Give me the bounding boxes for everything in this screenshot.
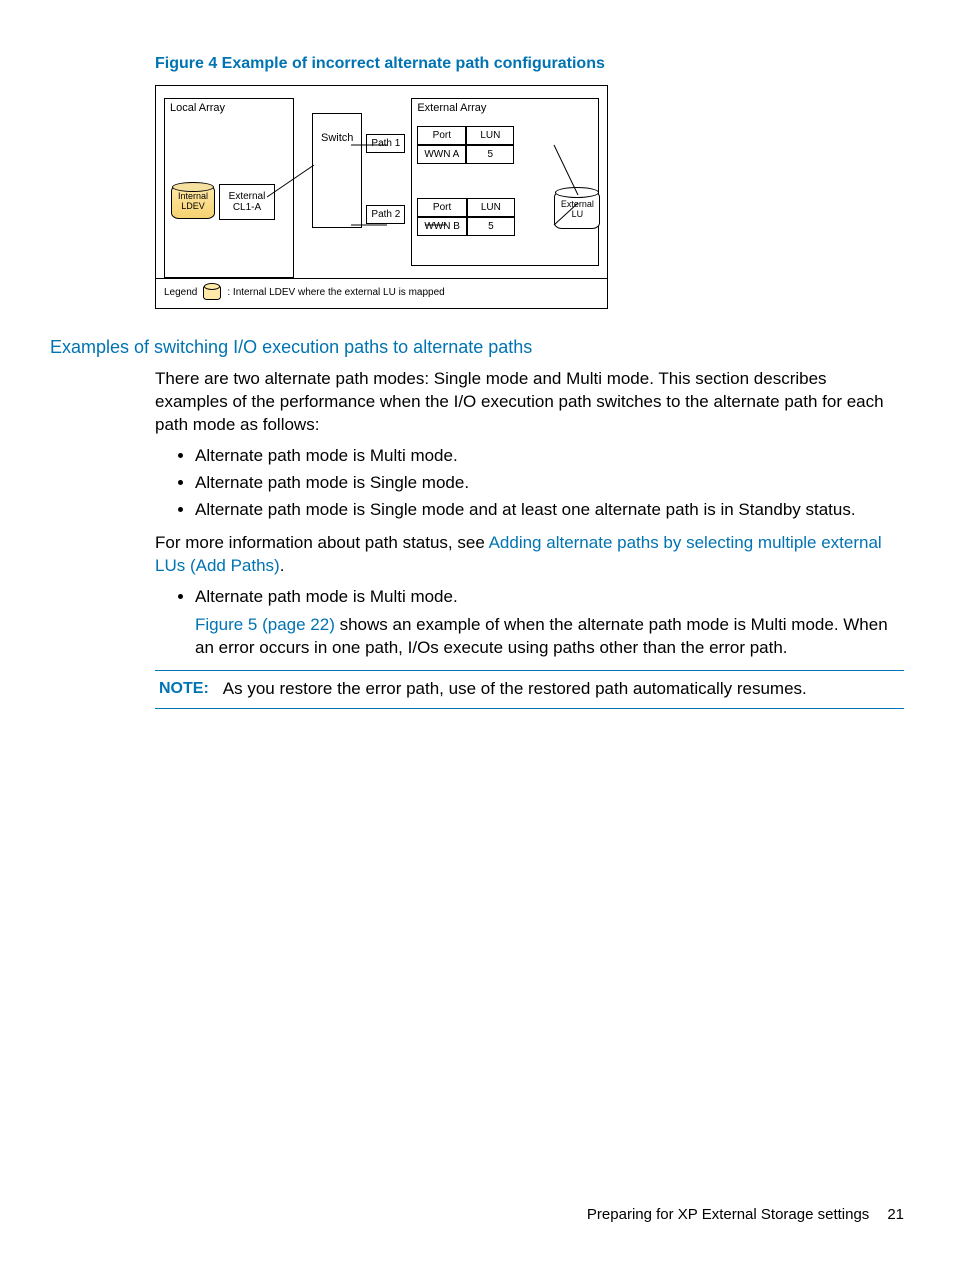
legend-text: : Internal LDEV where the external LU is… [227, 287, 444, 298]
mode-list-2: Alternate path mode is Multi mode. Figur… [155, 586, 904, 661]
note-text: As you restore the error path, use of th… [223, 678, 807, 701]
legend: Legend : Internal LDEV where the externa… [156, 278, 607, 308]
local-array-title: Local Array [170, 102, 288, 114]
figure-caption: Figure 4 Example of incorrect alternate … [155, 55, 904, 73]
external-array-box: External Array Port WWN A LUN 5 [411, 98, 599, 266]
more-info-pre: For more information about path status, … [155, 533, 489, 552]
legend-title: Legend [164, 287, 197, 298]
lun-5b: 5 [467, 217, 515, 236]
list-item: Alternate path mode is Single mode. [195, 472, 904, 495]
more-info-post: . [280, 556, 285, 575]
page-footer: Preparing for XP External Storage settin… [587, 1206, 904, 1223]
switch-box: Switch [312, 113, 362, 228]
local-array-box: Local Array Internal LDEV External CL1-A [164, 98, 294, 278]
external-port-box: External CL1-A [219, 184, 275, 220]
lun-header-2: LUN [467, 198, 515, 217]
more-info-paragraph: For more information about path status, … [155, 532, 904, 578]
external-lu-cylinder: External LU [554, 191, 600, 229]
list-item: Alternate path mode is Multi mode. [195, 445, 904, 468]
lun-5a: 5 [466, 145, 514, 164]
port-header-1: Port [417, 126, 466, 145]
list-item: Alternate path mode is Multi mode. Figur… [195, 586, 904, 661]
mode-list: Alternate path mode is Multi mode. Alter… [155, 445, 904, 522]
internal-ldev-cylinder: Internal LDEV [171, 185, 215, 219]
port-header-2: Port [417, 198, 467, 217]
diagram-container: Local Array Internal LDEV External CL1-A… [155, 85, 904, 309]
footer-text: Preparing for XP External Storage settin… [587, 1206, 869, 1223]
section-heading: Examples of switching I/O execution path… [50, 337, 904, 358]
wwn-b: WWN B [417, 217, 467, 236]
intro-paragraph: There are two alternate path modes: Sing… [155, 368, 904, 437]
path2-label: Path 2 [366, 205, 405, 224]
path1-label: Path 1 [366, 134, 405, 153]
external-array-title: External Array [417, 102, 593, 114]
list-item: Alternate path mode is Single mode and a… [195, 499, 904, 522]
note-label: NOTE: [155, 678, 209, 701]
wwn-a: WWN A [417, 145, 466, 164]
lun-header-1: LUN [466, 126, 514, 145]
note-box: NOTE: As you restore the error path, use… [155, 670, 904, 709]
page-number: 21 [887, 1206, 904, 1223]
bullet2-text: Alternate path mode is Multi mode. [195, 587, 458, 606]
figure5-link[interactable]: Figure 5 (page 22) [195, 615, 335, 634]
legend-cylinder-icon [203, 285, 221, 300]
